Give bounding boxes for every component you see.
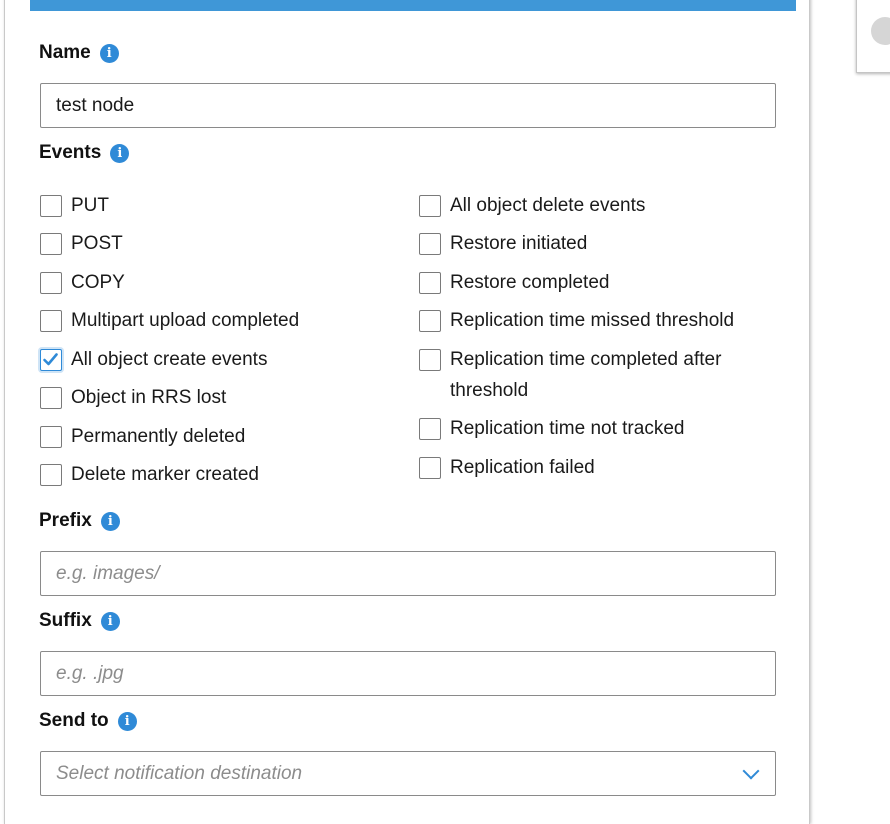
event-checkbox-label: Replication time not tracked bbox=[450, 418, 685, 439]
event-checkbox-row[interactable]: Restore initiated bbox=[419, 233, 790, 259]
info-icon[interactable]: i bbox=[117, 711, 137, 731]
send-to-label-group: Send to i bbox=[39, 710, 137, 732]
event-checkbox-label: Delete marker created bbox=[71, 464, 259, 485]
info-icon[interactable]: i bbox=[100, 511, 120, 531]
event-checkbox-row[interactable]: Replication failed bbox=[419, 457, 790, 483]
checkbox[interactable] bbox=[40, 464, 62, 486]
event-checkbox-row[interactable]: POST bbox=[40, 233, 123, 259]
event-checkbox-label: COPY bbox=[71, 272, 125, 293]
suffix-label: Suffix bbox=[39, 610, 92, 631]
event-checkbox-label: All object delete events bbox=[450, 195, 646, 216]
event-checkbox-row[interactable]: All object create events bbox=[40, 349, 267, 375]
event-checkbox-label: Replication failed bbox=[450, 457, 595, 478]
event-checkbox-label: Restore completed bbox=[450, 272, 610, 293]
event-checkbox-label: PUT bbox=[71, 195, 109, 216]
info-icon[interactable]: i bbox=[110, 143, 130, 163]
checkbox[interactable] bbox=[419, 418, 441, 440]
event-checkbox-row[interactable]: COPY bbox=[40, 272, 125, 298]
name-label: Name bbox=[39, 42, 91, 63]
checkbox[interactable] bbox=[419, 349, 441, 371]
event-checkbox-row[interactable]: Replication time missed threshold bbox=[419, 310, 790, 336]
prefix-label: Prefix bbox=[39, 510, 92, 531]
event-checkbox-row[interactable]: Multipart upload completed bbox=[40, 310, 299, 336]
info-icon[interactable]: i bbox=[100, 611, 120, 631]
event-checkbox-label: All object create events bbox=[71, 349, 268, 370]
panel-top-accent-bar bbox=[30, 0, 796, 11]
event-checkbox-row[interactable]: Permanently deleted bbox=[40, 426, 245, 452]
check-icon bbox=[43, 353, 58, 366]
event-checkbox-row[interactable]: Restore completed bbox=[419, 272, 790, 298]
send-to-placeholder: Select notification destination bbox=[56, 763, 303, 784]
send-to-select[interactable]: Select notification destination bbox=[40, 751, 776, 796]
event-checkbox-row[interactable]: Replication time completed after thresho… bbox=[419, 349, 790, 406]
event-checkbox-label: Object in RRS lost bbox=[71, 387, 227, 408]
event-checkbox-label: Replication time completed after thresho… bbox=[450, 349, 722, 401]
event-checkbox-label: Replication time missed threshold bbox=[450, 310, 735, 331]
event-checkbox-row[interactable]: PUT bbox=[40, 195, 109, 221]
event-checkbox-row[interactable]: Replication time not tracked bbox=[419, 418, 790, 444]
checkbox[interactable] bbox=[419, 272, 441, 294]
prefix-input[interactable]: e.g. images/ bbox=[40, 551, 776, 596]
event-checkbox-row[interactable]: All object delete events bbox=[419, 195, 790, 221]
event-checkbox-row[interactable]: Object in RRS lost bbox=[40, 387, 226, 413]
suffix-label-group: Suffix i bbox=[39, 610, 120, 632]
checkbox[interactable] bbox=[40, 426, 62, 448]
checkbox[interactable] bbox=[419, 233, 441, 255]
checkbox[interactable] bbox=[40, 233, 62, 255]
event-checkbox-label: POST bbox=[71, 233, 123, 254]
toggle-switch[interactable] bbox=[871, 17, 890, 45]
name-label-group: Name i bbox=[39, 42, 119, 64]
info-icon[interactable]: i bbox=[99, 43, 119, 63]
event-checkbox-label: Permanently deleted bbox=[71, 426, 246, 447]
checkbox[interactable] bbox=[40, 195, 62, 217]
send-to-label: Send to bbox=[39, 710, 109, 731]
checkbox[interactable] bbox=[40, 310, 62, 332]
prefix-label-group: Prefix i bbox=[39, 510, 120, 532]
checkbox[interactable] bbox=[419, 457, 441, 479]
checkbox[interactable] bbox=[419, 310, 441, 332]
event-checkbox-label: Multipart upload completed bbox=[71, 310, 300, 331]
side-panel-card bbox=[856, 0, 890, 73]
checkbox[interactable] bbox=[40, 387, 62, 409]
event-checkbox-row[interactable]: Delete marker created bbox=[40, 464, 259, 490]
chevron-down-icon[interactable] bbox=[742, 762, 760, 780]
events-label: Events bbox=[39, 142, 102, 163]
name-input[interactable]: test node bbox=[40, 83, 776, 128]
checkbox[interactable] bbox=[40, 272, 62, 294]
checkbox-checked[interactable] bbox=[40, 349, 62, 371]
checkbox[interactable] bbox=[419, 195, 441, 217]
event-checkbox-label: Restore initiated bbox=[450, 233, 588, 254]
events-label-group: Events i bbox=[39, 142, 130, 164]
suffix-input[interactable]: e.g. .jpg bbox=[40, 651, 776, 696]
